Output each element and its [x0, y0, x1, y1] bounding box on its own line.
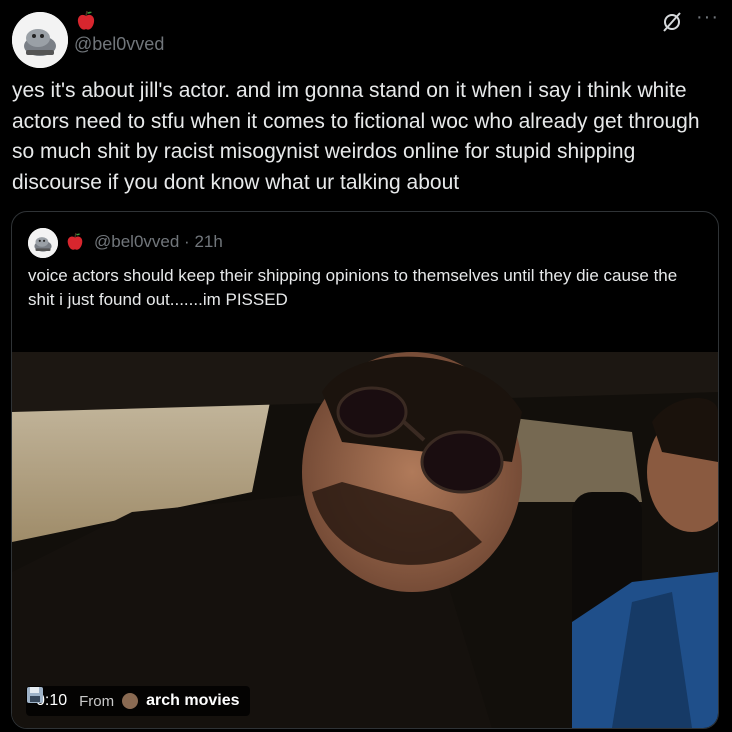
cartoon-avatar-icon: [28, 228, 58, 258]
floppy-disk-icon: [27, 687, 43, 703]
quoted-author-avatar[interactable]: [28, 228, 58, 258]
video-player[interactable]: 0:10 From arch movies: [12, 352, 718, 728]
video-info-overlay: 0:10 From arch movies: [26, 686, 250, 716]
more-options-button[interactable]: ···: [696, 6, 719, 29]
quoted-time[interactable]: 21h: [194, 232, 222, 251]
video-frame: [12, 352, 718, 728]
quoted-text: voice actors should keep their shipping …: [28, 266, 678, 309]
from-label: From: [79, 692, 115, 710]
source-name[interactable]: arch movies: [146, 692, 239, 710]
quoted-handle[interactable]: @bel0vved: [94, 232, 179, 251]
tweet-text: yes it's about jill's actor. and im gonn…: [12, 79, 700, 194]
meta-separator: ·: [184, 232, 190, 251]
author-handle[interactable]: @bel0vved: [74, 34, 164, 55]
apple-emoji-icon: [77, 10, 95, 30]
quoted-meta: @bel0vved · 21h: [94, 232, 223, 252]
quoted-tweet[interactable]: @bel0vved · 21h voice actors should keep…: [11, 211, 719, 729]
author-avatar[interactable]: [12, 12, 68, 68]
apple-emoji-icon: [67, 232, 83, 250]
grok-icon[interactable]: [660, 10, 684, 34]
source-avatar[interactable]: [122, 693, 139, 709]
cartoon-avatar-icon: [12, 12, 68, 68]
